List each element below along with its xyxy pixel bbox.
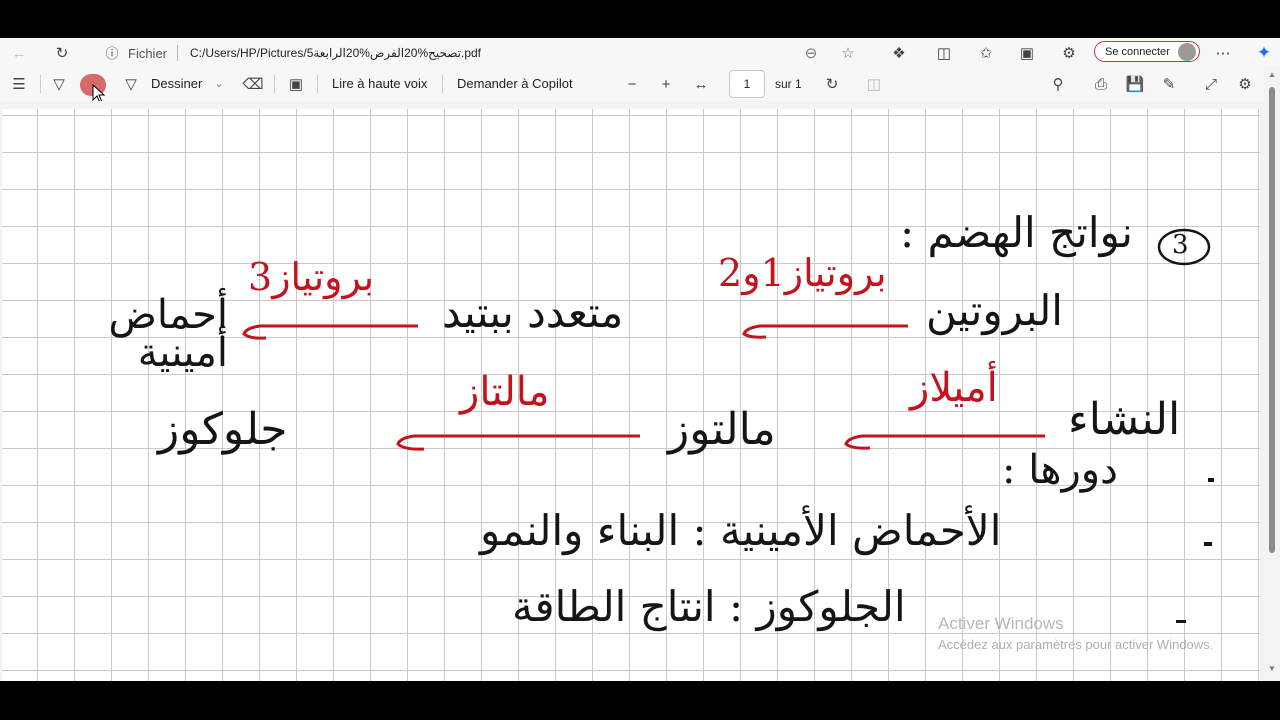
page-total-label: sur 1	[775, 77, 802, 91]
row1-enzyme1: بروتياز1و2	[718, 251, 887, 295]
settings-icon[interactable]: ⚙	[1236, 75, 1254, 93]
fullscreen-icon[interactable]: ⤢	[1202, 75, 1220, 93]
scroll-up-icon[interactable]: ▲	[1268, 71, 1276, 79]
bullet	[1204, 542, 1212, 546]
row2-middle: مالتوز	[668, 404, 776, 455]
contents-list-icon[interactable]: ☰	[10, 75, 28, 93]
role-heading: دورها :	[1002, 447, 1118, 493]
row2-enzyme1: أميلاز	[910, 365, 998, 411]
draw-icon[interactable]: ▽	[122, 75, 140, 93]
heading: نواتج الهضم :	[900, 208, 1133, 257]
copilot-icon[interactable]: ✦	[1254, 42, 1274, 62]
more-options-icon[interactable]: ⋯	[1214, 44, 1232, 62]
row1-arrow1	[742, 324, 908, 339]
row1-start: البروتين	[926, 286, 1063, 335]
toolbar-divider	[274, 75, 275, 93]
split-screen-icon[interactable]: ◫	[935, 44, 953, 62]
row1-arrow2	[242, 324, 418, 340]
fit-width-icon[interactable]: ↔	[692, 75, 710, 93]
print-icon[interactable]: ⎙	[1092, 75, 1110, 93]
highlight-icon[interactable]: ▽	[50, 75, 68, 93]
row1-end: أحماض أمينية	[108, 292, 228, 376]
zoom-icon[interactable]: ⊖	[802, 44, 820, 62]
favorites-icon[interactable]: ✩	[977, 44, 995, 62]
address-divider	[177, 45, 178, 61]
toolbar-divider	[442, 75, 443, 93]
favorite-star-icon[interactable]: ☆	[839, 44, 857, 62]
site-info-label[interactable]: Fichier	[128, 46, 167, 61]
scroll-down-icon[interactable]: ▼	[1268, 665, 1276, 673]
browser-essentials-icon[interactable]: ⚙	[1060, 44, 1078, 62]
toolbar-divider	[317, 75, 318, 93]
row2-enzyme2: مالتاز	[460, 369, 550, 415]
question-number: 3	[1172, 230, 1189, 260]
page-number-value: 1	[743, 77, 751, 91]
row1-enzyme2: بروتياز3	[248, 255, 375, 299]
zoom-in-icon[interactable]: +	[657, 75, 675, 93]
back-icon[interactable]: ←	[10, 44, 28, 62]
refresh-icon[interactable]: ↻	[53, 44, 71, 62]
chevron-down-icon[interactable]: ⌄	[212, 76, 226, 92]
eraser-icon[interactable]: ⌫	[242, 75, 263, 93]
page-view-icon[interactable]: ◫	[865, 75, 883, 93]
collections-icon[interactable]: ▣	[1018, 44, 1036, 62]
draw-label[interactable]: Dessiner	[151, 76, 202, 91]
row2-start: النشاء	[1068, 394, 1181, 445]
save-icon[interactable]: 💾	[1126, 75, 1145, 93]
signin-label: Se connecter	[1105, 45, 1170, 58]
role-1: الأحماض الأمينية : البناء والنمو	[480, 506, 1002, 555]
activation-watermark-text: Accédez aux paramètres pour activer Wind…	[938, 637, 1214, 652]
pdf-toolbar: ☰ ▽ ▽ Dessiner ⌄ ⌫ ▣ Lire à haute voix D…	[0, 67, 1280, 102]
ask-copilot-button[interactable]: Demander à Copilot	[457, 76, 573, 91]
toolbar-divider	[40, 75, 41, 93]
zoom-out-icon[interactable]: −	[623, 75, 641, 93]
row2-end: جلوكوز	[158, 404, 288, 455]
page-number-input[interactable]: 1	[729, 70, 765, 98]
info-icon[interactable]: ⓘ	[104, 45, 120, 61]
bullet	[1176, 620, 1186, 623]
bullet	[1208, 478, 1214, 482]
avatar[interactable]	[1178, 43, 1196, 61]
row2-arrow2	[396, 434, 640, 451]
role-2: الجلوكوز : انتاج الطاقة	[512, 582, 906, 631]
address-bar: ← ↻ ⓘ Fichier C:/Users/HP/Pictures/5تصحي…	[0, 38, 1280, 67]
read-aloud-button[interactable]: Lire à haute voix	[332, 76, 427, 91]
scrollbar-thumb[interactable]	[1269, 87, 1275, 553]
vertical-scrollbar[interactable]: ▲ ▼	[1264, 67, 1280, 681]
search-icon[interactable]: ⚲	[1049, 75, 1067, 93]
activation-watermark-title: Activer Windows	[938, 614, 1064, 633]
url-text[interactable]: C:/Users/HP/Pictures/5تصحيح%20الفرض%20ال…	[190, 46, 481, 60]
rotate-icon[interactable]: ↻	[823, 75, 841, 93]
text-box-icon[interactable]: ▣	[287, 75, 305, 93]
extensions-icon[interactable]: ❖	[890, 44, 908, 62]
save-as-icon[interactable]: ✎	[1160, 75, 1178, 93]
row1-middle: متعدد ببتيد	[442, 288, 624, 337]
